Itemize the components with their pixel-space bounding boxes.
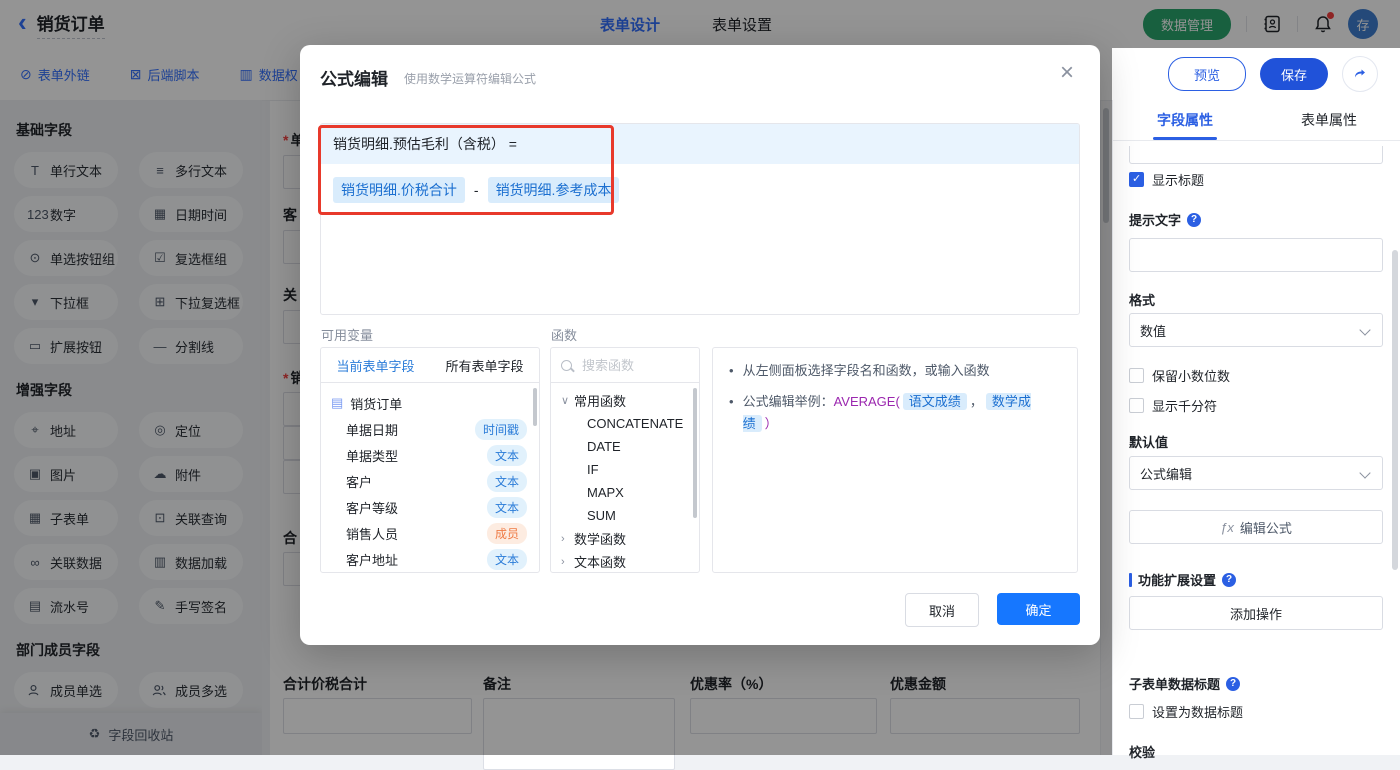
variable-row[interactable]: 单据日期 时间戳 <box>331 416 533 442</box>
help-icon[interactable] <box>1226 676 1241 691</box>
close-icon[interactable]: × <box>1060 61 1074 85</box>
variable-name: 客户 <box>346 474 373 490</box>
form-doc-icon: ▤ <box>331 395 344 410</box>
function-name: CONCATENATE <box>587 416 684 431</box>
search-icon <box>561 359 572 371</box>
property-panel: 字段属性 表单属性 显示标题 提示文字 格式 数值 保留小数位数 显示千分符 默… <box>1112 100 1400 760</box>
save-button[interactable]: 保存 <box>1260 58 1328 90</box>
checkbox-icon[interactable] <box>1129 704 1144 719</box>
variable-name: 单据类型 <box>346 448 399 464</box>
section-bar <box>1129 572 1132 587</box>
function-name: MAPX <box>587 485 624 500</box>
type-badge: 文本 <box>486 548 527 570</box>
help-icon[interactable] <box>1222 572 1237 587</box>
example-chip: 语文成绩 <box>902 393 967 410</box>
active-tab-underline <box>1153 137 1217 140</box>
variable-row[interactable]: 客户地址 文本 <box>331 546 533 572</box>
function-name: DATE <box>587 439 621 454</box>
thousand-separator-checkbox-row[interactable]: 显示千分符 <box>1129 396 1217 415</box>
modal-subtitle: 使用数学运算符编辑公式 <box>404 72 537 86</box>
cancel-button[interactable]: 取消 <box>905 593 979 627</box>
variable-row[interactable]: 客户等级 文本 <box>331 494 533 520</box>
function-row[interactable]: › 文本函数 <box>551 550 699 572</box>
function-row[interactable]: DATE <box>551 435 699 458</box>
help-tip-1: • 从左侧面板选择字段名和函数，或输入函数 <box>729 363 990 378</box>
variable-name: 销售人员 <box>346 526 399 542</box>
modal-title: 公式编辑 <box>320 70 388 89</box>
modal-mask-top <box>0 0 1400 48</box>
type-badge: 成员 <box>486 522 527 544</box>
format-select[interactable]: 数值 <box>1129 313 1383 347</box>
default-value-select[interactable]: 公式编辑 <box>1129 456 1383 490</box>
preview-button[interactable]: 预览 <box>1168 57 1246 91</box>
help-icon[interactable] <box>1187 212 1202 227</box>
function-name: 常用函数 <box>574 394 627 409</box>
variables-scrollbar-thumb[interactable] <box>533 388 537 426</box>
set-data-title-checkbox-row[interactable]: 设置为数据标题 <box>1129 702 1243 721</box>
fx-icon: ƒx <box>1220 519 1234 535</box>
help-tip-2: • 公式编辑举例：AVERAGE(语文成绩，数学成绩） <box>729 393 1031 432</box>
show-title-checkbox-row[interactable]: 显示标题 <box>1129 170 1204 189</box>
default-value-label: 默认值 <box>1129 435 1169 450</box>
type-badge: 文本 <box>486 444 527 466</box>
extension-settings-label: 功能扩展设置 <box>1129 570 1237 589</box>
function-row[interactable]: MAPX <box>551 481 699 504</box>
function-name: 数学函数 <box>574 532 627 547</box>
confirm-button[interactable]: 确定 <box>997 593 1080 625</box>
hint-text-label: 提示文字 <box>1129 210 1202 229</box>
hint-text-input[interactable] <box>1129 238 1383 272</box>
function-row[interactable]: ∨ 常用函数 <box>551 389 699 412</box>
caret-icon: › <box>561 532 565 545</box>
checkbox-icon[interactable] <box>1129 398 1144 413</box>
variable-row[interactable]: 客户 文本 <box>331 468 533 494</box>
annotation-highlight-box <box>318 125 614 215</box>
title-input-partial[interactable] <box>1129 146 1383 164</box>
function-row[interactable]: IF <box>551 458 699 481</box>
variable-name: 客户等级 <box>346 500 399 516</box>
tab-all-form-fields[interactable]: 所有表单字段 <box>430 348 539 382</box>
formula-editor-modal: 公式编辑 使用数学运算符编辑公式 × 销货明细.预估毛利（含税） = 销货明细.… <box>300 45 1100 645</box>
function-name: SUM <box>587 508 616 523</box>
function-search-input[interactable] <box>580 356 684 374</box>
tab-form-properties[interactable]: 表单属性 <box>1257 100 1400 140</box>
tab-field-properties[interactable]: 字段属性 <box>1113 100 1257 140</box>
function-row[interactable]: CONCATENATE <box>551 412 699 435</box>
panel-scrollbar-thumb[interactable] <box>1392 250 1398 570</box>
tree-root-form[interactable]: ▤ 销货订单 <box>331 390 533 416</box>
validation-label: 校验 <box>1129 745 1156 760</box>
functions-scrollbar-thumb[interactable] <box>693 388 697 518</box>
functions-panel: ∨ 常用函数 CONCATENATE DATE IF MAPX SUM <box>550 347 700 573</box>
variable-name: 客户地址 <box>346 552 399 568</box>
add-action-button[interactable]: 添加操作 <box>1129 596 1383 630</box>
example-function: AVERAGE( <box>833 394 900 409</box>
formula-help-panel: • 从左侧面板选择字段名和函数，或输入函数 • 公式编辑举例：AVERAGE(语文… <box>712 347 1078 573</box>
available-variables-label: 可用变量 <box>321 328 374 343</box>
keep-decimal-checkbox-row[interactable]: 保留小数位数 <box>1129 366 1230 385</box>
function-row[interactable]: SUM <box>551 504 699 527</box>
caret-icon: ∨ <box>561 395 570 407</box>
function-name: IF <box>587 462 599 477</box>
edit-formula-button[interactable]: ƒx 编辑公式 <box>1129 510 1383 544</box>
checkbox-icon[interactable] <box>1129 368 1144 383</box>
type-badge: 文本 <box>486 470 527 492</box>
functions-label: 函数 <box>551 328 578 343</box>
tab-current-form-fields[interactable]: 当前表单字段 <box>321 348 430 382</box>
variables-panel: 当前表单字段 所有表单字段 ▤ 销货订单 单据日期 时间戳 单据类型 文本 客户 <box>320 347 540 573</box>
function-row[interactable]: › 数学函数 <box>551 527 699 550</box>
caret-icon: › <box>561 555 565 568</box>
share-button[interactable] <box>1342 56 1378 92</box>
format-label: 格式 <box>1129 293 1156 308</box>
type-badge: 文本 <box>486 496 527 518</box>
checkbox-checked-icon[interactable] <box>1129 172 1144 187</box>
subform-data-title-label: 子表单数据标题 <box>1129 674 1241 693</box>
variable-row[interactable]: 销售人员 成员 <box>331 520 533 546</box>
function-name: 文本函数 <box>574 555 627 570</box>
type-badge: 时间戳 <box>474 418 527 440</box>
variable-row[interactable]: 单据类型 文本 <box>331 442 533 468</box>
function-search[interactable] <box>551 348 699 383</box>
variable-name: 单据日期 <box>346 422 399 438</box>
